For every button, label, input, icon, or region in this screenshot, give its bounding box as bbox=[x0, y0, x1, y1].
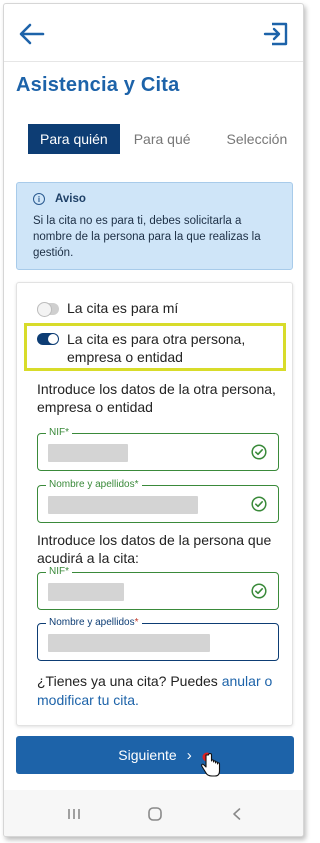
tab-seleccion[interactable]: Selección bbox=[215, 124, 300, 154]
name-field-2[interactable]: Nombre y apellidos* bbox=[37, 617, 279, 661]
nav-back-icon[interactable] bbox=[227, 804, 247, 824]
option-other[interactable]: La cita es para otra persona, empresa o … bbox=[37, 330, 267, 366]
tab-bar: Para quién Para qué Selección bbox=[28, 124, 299, 154]
option-other-label: La cita es para otra persona, empresa o … bbox=[67, 331, 246, 365]
tab-para-que[interactable]: Para qué bbox=[122, 124, 203, 154]
check-circle-icon bbox=[251, 583, 267, 599]
option-self-label: La cita es para mí bbox=[67, 300, 179, 316]
toggle-off-icon[interactable] bbox=[37, 302, 59, 317]
logout-icon[interactable] bbox=[262, 20, 290, 48]
tab-para-quien[interactable]: Para quién bbox=[28, 124, 120, 154]
app-frame: Asistencia y Cita Para quién Para qué Se… bbox=[3, 3, 304, 837]
option-self[interactable]: La cita es para mí bbox=[37, 300, 179, 317]
next-button[interactable]: Siguiente › bbox=[16, 736, 294, 774]
name-field-1[interactable]: Nombre y apellidos* bbox=[37, 479, 279, 523]
redacted-value bbox=[48, 634, 210, 652]
next-button-label: Siguiente bbox=[118, 747, 177, 763]
form-card: La cita es para mí La cita es para otra … bbox=[16, 282, 293, 726]
hand-cursor-icon bbox=[201, 752, 221, 777]
nif-field-2[interactable]: NIF* bbox=[37, 566, 279, 610]
info-icon: i bbox=[33, 193, 45, 205]
redacted-value bbox=[48, 583, 124, 601]
chevron-right-icon: › bbox=[186, 746, 192, 764]
notice-box: i Aviso Si la cita no es para ti, debes … bbox=[16, 182, 293, 270]
nif-field-1[interactable]: NIF* bbox=[37, 427, 279, 471]
home-icon[interactable] bbox=[145, 804, 165, 824]
existing-appointment-text: ¿Tienes ya una cita? Puedes anular o mod… bbox=[37, 673, 273, 708]
redacted-value bbox=[48, 496, 198, 514]
page-title: Asistencia y Cita bbox=[16, 74, 180, 96]
section-other-label: Introduce los datos de la otra persona, … bbox=[37, 381, 276, 415]
section-attendee-label: Introduce los datos de la persona que ac… bbox=[37, 532, 272, 566]
notice-title: Aviso bbox=[55, 193, 86, 205]
top-bar bbox=[4, 4, 303, 62]
check-circle-icon bbox=[251, 496, 267, 512]
check-circle-icon bbox=[251, 444, 267, 460]
system-nav-bar bbox=[4, 790, 303, 836]
recent-apps-icon[interactable] bbox=[64, 804, 84, 824]
redacted-value bbox=[48, 444, 128, 462]
toggle-on-icon[interactable] bbox=[37, 333, 59, 345]
arrow-left-icon[interactable] bbox=[18, 20, 46, 48]
notice-text: Si la cita no es para ti, debes solicita… bbox=[33, 215, 261, 259]
